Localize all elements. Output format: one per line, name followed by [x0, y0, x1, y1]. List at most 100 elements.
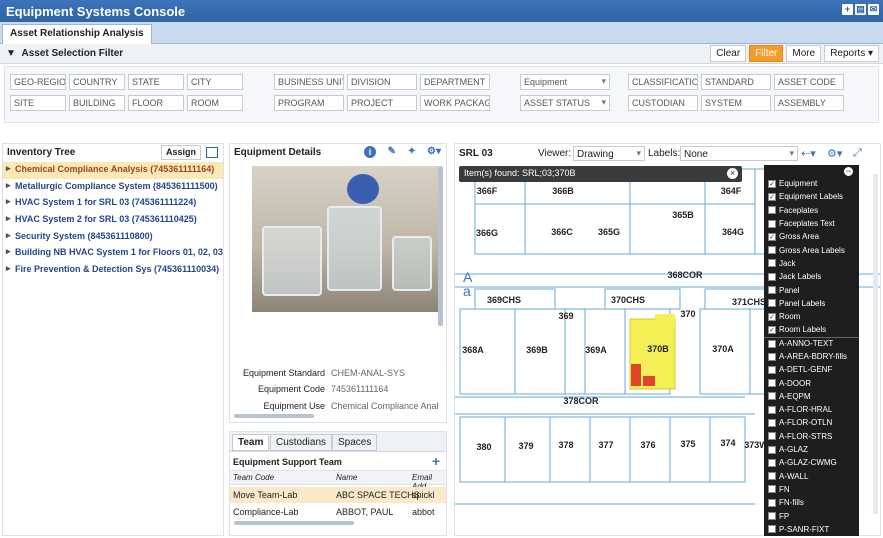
- layer-item[interactable]: A-DOOR: [764, 376, 859, 389]
- layer-item[interactable]: Panel: [764, 283, 859, 296]
- layer-item[interactable]: P-SANR-FIXT: [764, 523, 859, 536]
- layer-item[interactable]: Panel Labels: [764, 297, 859, 310]
- filter-room[interactable]: ROOM: [187, 95, 243, 111]
- layer-checkbox[interactable]: [768, 219, 776, 228]
- filter-floor[interactable]: FLOOR: [128, 95, 184, 111]
- layer-checkbox[interactable]: [768, 418, 776, 427]
- filter-project[interactable]: PROJECT: [347, 95, 417, 111]
- layer-item[interactable]: Jack: [764, 257, 859, 270]
- layer-checkbox[interactable]: ✓: [768, 232, 776, 241]
- layer-checkbox[interactable]: [768, 485, 776, 494]
- filter-division[interactable]: DIVISION: [347, 74, 417, 90]
- text-size-icon[interactable]: Aa: [463, 270, 472, 298]
- layer-checkbox[interactable]: [768, 286, 776, 295]
- filter-system[interactable]: SYSTEM: [701, 95, 771, 111]
- layer-checkbox[interactable]: [768, 498, 776, 507]
- print-icon[interactable]: ▤: [855, 4, 866, 15]
- mail-icon[interactable]: ✉: [868, 4, 879, 15]
- reports-button[interactable]: Reports ▾: [824, 45, 879, 62]
- filter-button[interactable]: Filter: [749, 45, 784, 62]
- layer-checkbox[interactable]: ✓: [768, 312, 776, 321]
- tab-asset-relationship[interactable]: Asset Relationship Analysis: [2, 24, 152, 44]
- filter-site[interactable]: SITE: [10, 95, 66, 111]
- expand-icon[interactable]: ⤢: [853, 147, 862, 160]
- layer-checkbox[interactable]: [768, 405, 776, 414]
- table-row[interactable]: Compliance-Lab ABBOT, PAUL abbot: [230, 504, 446, 520]
- filter-custodian[interactable]: CUSTODIAN: [628, 95, 698, 111]
- filter-assembly[interactable]: ASSEMBLY: [774, 95, 844, 111]
- layer-item[interactable]: A-GLAZ: [764, 443, 859, 456]
- add-team-icon[interactable]: +: [432, 453, 440, 469]
- layer-checkbox[interactable]: [768, 299, 776, 308]
- wrench-icon[interactable]: ✦: [408, 146, 416, 157]
- layer-checkbox[interactable]: [768, 379, 776, 388]
- layer-checkbox[interactable]: [768, 246, 776, 255]
- tree-item[interactable]: Chemical Compliance Analysis (7453611111…: [3, 162, 223, 179]
- layer-checkbox[interactable]: [768, 458, 776, 467]
- filter-state[interactable]: STATE: [128, 74, 184, 90]
- layer-checkbox[interactable]: [768, 352, 776, 361]
- labels-select[interactable]: None: [680, 146, 798, 161]
- layer-item[interactable]: ✓ Gross Area: [764, 230, 859, 243]
- column-header-name[interactable]: Name: [336, 473, 357, 482]
- tree-item[interactable]: HVAC System 2 for SRL 03 (745361110425): [3, 212, 223, 229]
- filter-work-package[interactable]: WORK PACKAGE: [420, 95, 490, 111]
- layer-item[interactable]: Jack Labels: [764, 270, 859, 283]
- table-row[interactable]: Move Team-Lab ABC SPACE TECHS spickl: [230, 487, 446, 503]
- details-scrollbar[interactable]: [438, 166, 443, 326]
- layer-checkbox[interactable]: [768, 365, 776, 374]
- filter-equipment-select[interactable]: Equipment: [520, 74, 610, 90]
- layer-item[interactable]: Faceplates: [764, 204, 859, 217]
- tree-item[interactable]: HVAC System 1 for SRL 03 (745361111224): [3, 195, 223, 212]
- filter-asset-status-select[interactable]: ASSET STATUS: [520, 95, 610, 111]
- layer-item[interactable]: A-EQPM: [764, 390, 859, 403]
- tree-item[interactable]: Metallurgic Compliance System (845361111…: [3, 179, 223, 196]
- filter-classification[interactable]: CLASSIFICATION: [628, 74, 698, 90]
- layer-checkbox[interactable]: [768, 272, 776, 281]
- layer-item[interactable]: A-GLAZ-CWMG: [764, 456, 859, 469]
- info-icon[interactable]: i: [364, 146, 376, 158]
- layer-item[interactable]: ✓ Room Labels: [764, 323, 859, 336]
- filter-program[interactable]: PROGRAM: [274, 95, 344, 111]
- filter-business-unit[interactable]: BUSINESS UNIT: [274, 74, 344, 90]
- layer-item[interactable]: A-AREA-BDRY-fills: [764, 350, 859, 363]
- add-icon[interactable]: +: [842, 4, 853, 15]
- clear-button[interactable]: Clear: [710, 45, 747, 62]
- select-tool-icon[interactable]: ⇠▾: [801, 147, 816, 160]
- viewer-select[interactable]: Drawing: [573, 146, 645, 161]
- tab-custodians[interactable]: Custodians: [270, 434, 333, 451]
- filter-country[interactable]: COUNTRY: [69, 74, 125, 90]
- layer-checkbox[interactable]: ✓: [768, 325, 776, 334]
- layer-item[interactable]: A-WALL: [764, 470, 859, 483]
- tab-spaces[interactable]: Spaces: [332, 434, 378, 451]
- layer-item[interactable]: A-FLOR-HRAL: [764, 403, 859, 416]
- layer-item[interactable]: A-FLOR-OTLN: [764, 416, 859, 429]
- filter-department[interactable]: DEPARTMENT: [420, 74, 490, 90]
- layer-checkbox[interactable]: [768, 339, 776, 348]
- assign-button[interactable]: Assign: [160, 145, 201, 160]
- layer-checkbox[interactable]: [768, 206, 776, 215]
- layer-checkbox[interactable]: ✓: [768, 179, 776, 188]
- gear-icon[interactable]: ⚙▾: [427, 146, 441, 157]
- details-h-scrollbar[interactable]: [234, 414, 314, 418]
- tab-team[interactable]: Team: [232, 434, 270, 451]
- layer-item[interactable]: ✓ Equipment: [764, 177, 859, 190]
- layer-checkbox[interactable]: [768, 512, 776, 521]
- drawing-scrollbar[interactable]: [873, 174, 878, 514]
- layer-item[interactable]: ✓ Room: [764, 310, 859, 323]
- filter-standard[interactable]: STANDARD: [701, 74, 771, 90]
- layer-item[interactable]: FN-fills: [764, 496, 859, 509]
- filter-asset-code[interactable]: ASSET CODE: [774, 74, 844, 90]
- tree-item[interactable]: Building NB HVAC System 1 for Floors 01,…: [3, 245, 223, 262]
- layer-item[interactable]: A-ANNO-TEXT: [764, 336, 859, 350]
- layer-checkbox[interactable]: ✓: [768, 192, 776, 201]
- layer-item[interactable]: Faceplates Text: [764, 217, 859, 230]
- drawing-settings-icon[interactable]: ⚙▾: [827, 147, 842, 160]
- edit-icon[interactable]: ✎: [388, 146, 396, 157]
- layer-item[interactable]: FN: [764, 483, 859, 496]
- layer-checkbox[interactable]: [768, 392, 776, 401]
- layer-checkbox[interactable]: [768, 525, 776, 534]
- layer-item[interactable]: A-DETL-GENF: [764, 363, 859, 376]
- collapse-icon[interactable]: −: [844, 167, 853, 176]
- panel-layout-icon[interactable]: [206, 147, 218, 158]
